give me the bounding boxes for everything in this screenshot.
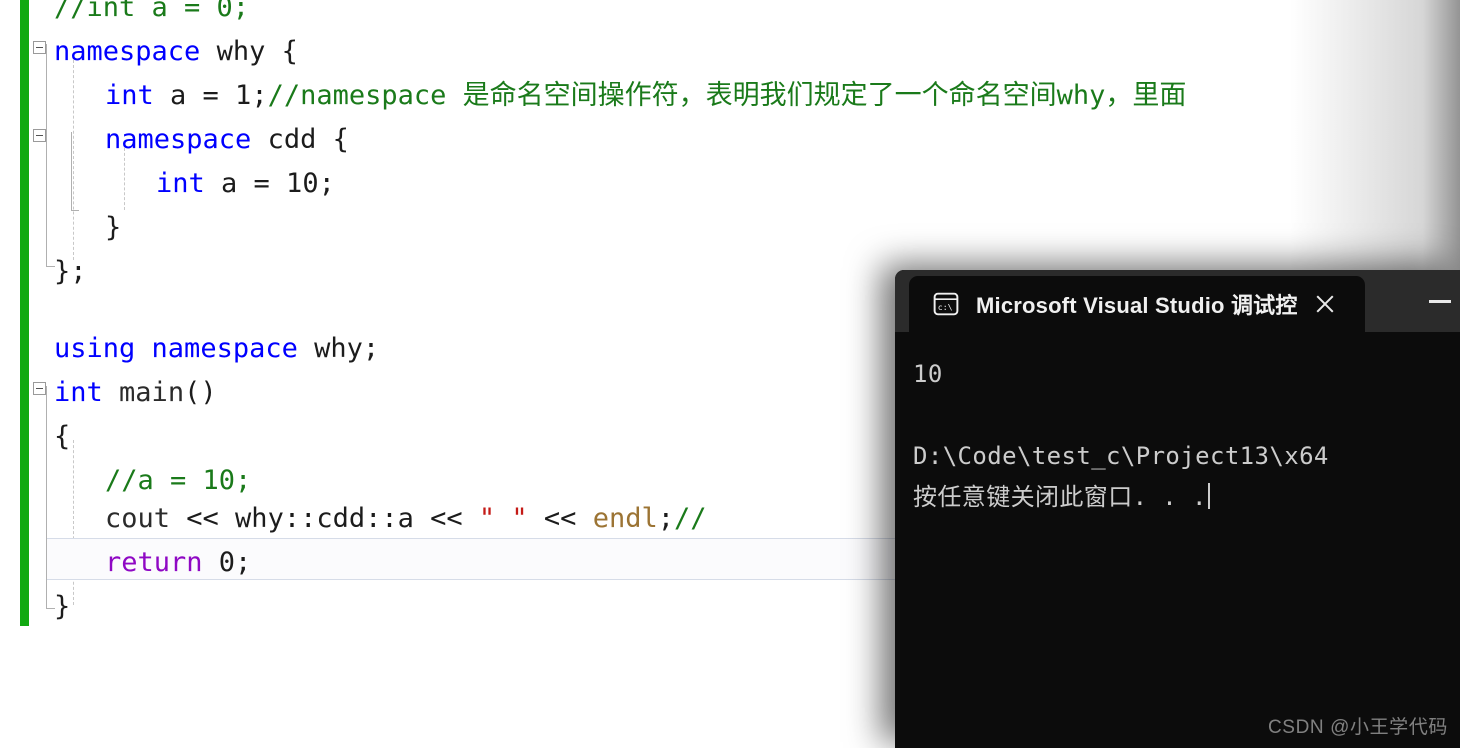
svg-text:c:\: c:\ <box>938 302 953 312</box>
close-icon[interactable] <box>1313 292 1337 316</box>
code-token: }; <box>54 256 87 287</box>
code-token: //a = 10; <box>105 465 252 496</box>
code-line[interactable]: { <box>54 415 70 459</box>
collapse-toggle-main[interactable] <box>33 382 46 395</box>
code-token: () <box>184 377 217 408</box>
indent-guide-1 <box>73 60 74 260</box>
debug-console-window[interactable]: c:\ Microsoft Visual Studio 调试控 10 D:\Cod… <box>895 270 1460 748</box>
code-token: namespace <box>105 124 252 155</box>
code-token: 0; <box>202 547 252 578</box>
code-token: endl <box>592 503 658 534</box>
collapse-toggle-namespace-why[interactable] <box>33 41 46 54</box>
code-line[interactable]: int main() <box>54 371 217 415</box>
indent-guide-3 <box>73 440 74 605</box>
console-line-text: 按任意键关闭此窗口. . . <box>913 483 1207 511</box>
code-token: int <box>156 168 205 199</box>
code-token: main <box>119 377 185 408</box>
collapse-toggle-namespace-cdd[interactable] <box>33 129 46 142</box>
code-line[interactable]: }; <box>54 250 87 294</box>
minimize-icon[interactable] <box>1429 300 1451 303</box>
code-line[interactable]: namespace why { <box>54 30 298 74</box>
console-title-bar[interactable]: c:\ Microsoft Visual Studio 调试控 <box>895 270 1460 332</box>
code-token: namespace <box>151 333 298 364</box>
code-line[interactable]: namespace cdd { <box>105 118 349 162</box>
code-token: } <box>54 591 71 622</box>
code-line[interactable]: //int a = 0; <box>54 0 249 30</box>
outline-rail-outer <box>46 44 47 266</box>
code-line[interactable]: int a = 10; <box>156 162 335 206</box>
code-token: //namespace 是命名空间操作符，表明我们规定了一个命名空间why，里面 <box>267 80 1187 111</box>
code-token: cdd { <box>251 124 349 155</box>
console-output-area[interactable]: 10 D:\Code\test_c\Project13\x64 按任意键关闭此窗口.… <box>895 332 1460 748</box>
code-token: //int a = 0; <box>54 0 250 23</box>
console-output-line: 按任意键关闭此窗口. . . <box>913 477 1460 518</box>
code-line[interactable]: int a = 1;//namespace 是命名空间操作符，表明我们规定了一个… <box>105 74 1186 118</box>
code-token: return <box>105 547 203 578</box>
code-token: " " <box>478 503 528 534</box>
code-token: cout <box>105 503 171 534</box>
code-token: a = 10; <box>204 168 335 199</box>
code-token: { <box>54 421 71 452</box>
code-line[interactable]: } <box>54 585 70 629</box>
code-token: namespace <box>54 36 201 67</box>
csdn-watermark: CSDN @小王学代码 <box>1267 717 1448 738</box>
code-token: << why::cdd::a << <box>170 503 479 534</box>
unsaved-change-indicator-bar <box>20 0 29 626</box>
code-token: using <box>54 333 136 364</box>
code-line[interactable]: using namespace why; <box>54 327 379 371</box>
console-cursor <box>1207 483 1210 509</box>
console-line-text: D:\Code\test_c\Project13\x64 <box>913 442 1329 470</box>
code-token: << <box>527 503 593 534</box>
console-tab-title: Microsoft Visual Studio 调试控 <box>976 293 1298 318</box>
console-output-line: 10 <box>913 354 1460 395</box>
code-token: } <box>105 212 122 243</box>
code-token: int <box>54 377 103 408</box>
code-line[interactable]: cout << why::cdd::a << " " << endl;// <box>105 497 707 541</box>
code-token: why { <box>200 36 298 67</box>
code-token: a = 1; <box>153 80 268 111</box>
code-token: ; <box>657 503 674 534</box>
code-token: // <box>674 503 707 534</box>
code-line[interactable]: } <box>105 206 121 250</box>
cmd-console-icon: c:\ <box>933 292 959 316</box>
outline-rail-inner <box>71 132 72 210</box>
code-line[interactable]: return 0; <box>105 541 251 585</box>
code-token: int <box>105 80 154 111</box>
console-output-line: D:\Code\test_c\Project13\x64 <box>913 436 1460 477</box>
console-tab[interactable]: c:\ Microsoft Visual Studio 调试控 <box>909 276 1365 332</box>
console-line-text: 10 <box>913 360 943 388</box>
code-token: why; <box>297 333 380 364</box>
